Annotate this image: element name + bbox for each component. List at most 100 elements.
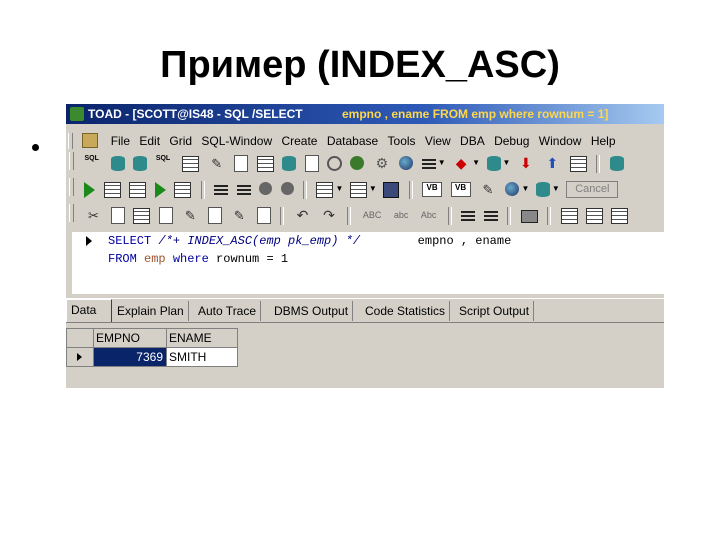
chevron-down-icon[interactable]: ▼ (521, 184, 529, 193)
menubar-grip[interactable] (68, 133, 73, 149)
db-dropdown-icon[interactable] (535, 182, 550, 197)
menu-tools[interactable]: Tools (385, 130, 419, 152)
debugger-icon[interactable] (350, 156, 365, 170)
chevron-down-icon[interactable]: ▼ (438, 158, 446, 167)
procedure-editor-icon[interactable] (234, 155, 249, 172)
menu-dba[interactable]: DBA (457, 130, 488, 152)
script-icon[interactable] (304, 155, 319, 172)
new-doc-icon[interactable] (158, 207, 173, 224)
stop-icon[interactable] (280, 182, 294, 195)
clear-icon[interactable] (256, 207, 271, 224)
results-grid[interactable]: EMPNO ENAME 7369 SMITH (66, 328, 238, 367)
menu-view[interactable]: View (422, 130, 454, 152)
watch-icon[interactable] (316, 182, 334, 198)
column-header-empno[interactable]: EMPNO (93, 328, 167, 348)
network-icon[interactable] (399, 156, 414, 170)
print-icon[interactable] (520, 210, 538, 223)
chevron-down-icon[interactable]: ▼ (369, 184, 377, 193)
vb-script-2-icon[interactable]: VB (450, 182, 471, 197)
toolbar-separator (280, 207, 285, 225)
breakpoint-icon[interactable] (259, 182, 273, 195)
clock-icon[interactable] (326, 156, 342, 171)
chevron-down-icon[interactable]: ▼ (552, 184, 560, 193)
sql-condition: rownum = 1 (216, 252, 289, 266)
chevron-down-icon[interactable]: ▼ (472, 158, 480, 167)
report-icon[interactable] (182, 156, 200, 172)
tab-code-statistics[interactable]: Code Statistics (361, 301, 451, 321)
trace-icon[interactable] (214, 183, 229, 195)
grid-print-icon[interactable] (611, 208, 629, 224)
cut-icon[interactable]: ✂ (84, 207, 102, 224)
step-over-icon[interactable] (154, 182, 166, 198)
column-header-ename[interactable]: ENAME (166, 328, 238, 348)
load-icon[interactable] (349, 182, 367, 198)
execute-script-icon[interactable] (103, 182, 121, 198)
web-icon[interactable] (505, 182, 520, 196)
format-icon[interactable]: ✎ (181, 207, 199, 224)
menu-create[interactable]: Create (278, 130, 320, 152)
window-titlebar[interactable]: TOAD - [SCOTT@IS48 - SQL /SELECT empno ,… (66, 104, 664, 124)
cell-ename[interactable]: SMITH (166, 347, 238, 367)
edit-icon[interactable]: ✎ (479, 181, 497, 198)
paste-icon[interactable] (133, 208, 151, 224)
tab-script-output[interactable]: Script Output (455, 301, 535, 321)
sql-window-icon[interactable]: SQL (156, 155, 174, 172)
indent-icon[interactable] (461, 209, 476, 221)
grid-export-icon[interactable] (585, 208, 603, 224)
database-icon[interactable] (282, 156, 297, 171)
save-icon[interactable] (383, 182, 400, 198)
copy-icon[interactable] (110, 207, 125, 224)
menu-grid[interactable]: Grid (166, 130, 195, 152)
lowercase-icon[interactable]: abc (392, 207, 411, 224)
connection-icon[interactable] (609, 156, 624, 171)
session-icon[interactable]: ⚙ (373, 155, 391, 172)
sql-code[interactable]: SELECT /*+ INDEX_ASC(emp pk_emp) */ empn… (108, 232, 511, 268)
menu-help[interactable]: Help (588, 130, 619, 152)
redo-icon[interactable]: ↷ (320, 207, 338, 224)
mdi-window-icon[interactable] (82, 133, 99, 148)
menu-window[interactable]: Window (536, 130, 585, 152)
trace-into-icon[interactable] (236, 183, 251, 195)
sql-editor[interactable]: SELECT /*+ INDEX_ASC(emp pk_emp) */ empn… (72, 232, 664, 294)
menu-database[interactable]: Database (324, 130, 381, 152)
data-grid-icon[interactable] (569, 156, 587, 172)
capitalize-icon[interactable]: Abc (419, 207, 439, 224)
cell-empno[interactable]: 7369 (93, 347, 167, 367)
tuning-icon[interactable]: ✎ (208, 155, 226, 172)
dropdown-tool-icon[interactable] (421, 157, 436, 169)
tab-explain-plan[interactable]: Explain Plan (113, 301, 189, 321)
chevron-down-icon[interactable]: ▼ (503, 158, 511, 167)
table-row[interactable]: 7369 SMITH (66, 347, 238, 367)
uppercase-icon[interactable]: ABC (361, 207, 384, 224)
table-icon[interactable] (256, 156, 274, 172)
menu-sql-window[interactable]: SQL-Window (198, 130, 275, 152)
highlight-icon[interactable] (207, 207, 222, 224)
toolbar-grip[interactable] (69, 178, 74, 196)
import-icon[interactable]: ⬇ (517, 155, 535, 172)
tab-dbms-output[interactable]: DBMS Output (270, 301, 354, 321)
row-indicator[interactable] (66, 347, 94, 367)
arrow-tool-icon[interactable]: ◆ (452, 155, 470, 172)
menu-file[interactable]: File (108, 130, 133, 152)
toolbar-grip[interactable] (69, 204, 74, 222)
toolbar-grip[interactable] (69, 152, 74, 170)
grid-view-icon[interactable] (560, 208, 578, 224)
execute-icon[interactable] (84, 182, 96, 198)
tab-data[interactable]: Data (66, 299, 112, 322)
export-icon[interactable]: ⬆ (543, 155, 561, 172)
outdent-icon[interactable] (483, 209, 498, 221)
schema-browser-icon[interactable] (110, 156, 125, 171)
sql-modeler-icon[interactable] (133, 156, 148, 171)
explain-icon[interactable] (486, 156, 501, 171)
tab-auto-trace[interactable]: Auto Trace (194, 301, 262, 321)
cancel-button[interactable]: Cancel (566, 181, 619, 198)
execute-step-icon[interactable] (129, 182, 147, 198)
undo-icon[interactable]: ↶ (294, 207, 312, 224)
menu-edit[interactable]: Edit (136, 130, 163, 152)
menu-debug[interactable]: Debug (491, 130, 532, 152)
replace-icon[interactable]: ✎ (230, 207, 248, 224)
step-grid-icon[interactable] (174, 182, 192, 198)
vb-script-icon[interactable]: VB (422, 182, 443, 197)
chevron-down-icon[interactable]: ▼ (335, 184, 343, 193)
sql-editor-icon[interactable]: SQL (84, 155, 102, 172)
